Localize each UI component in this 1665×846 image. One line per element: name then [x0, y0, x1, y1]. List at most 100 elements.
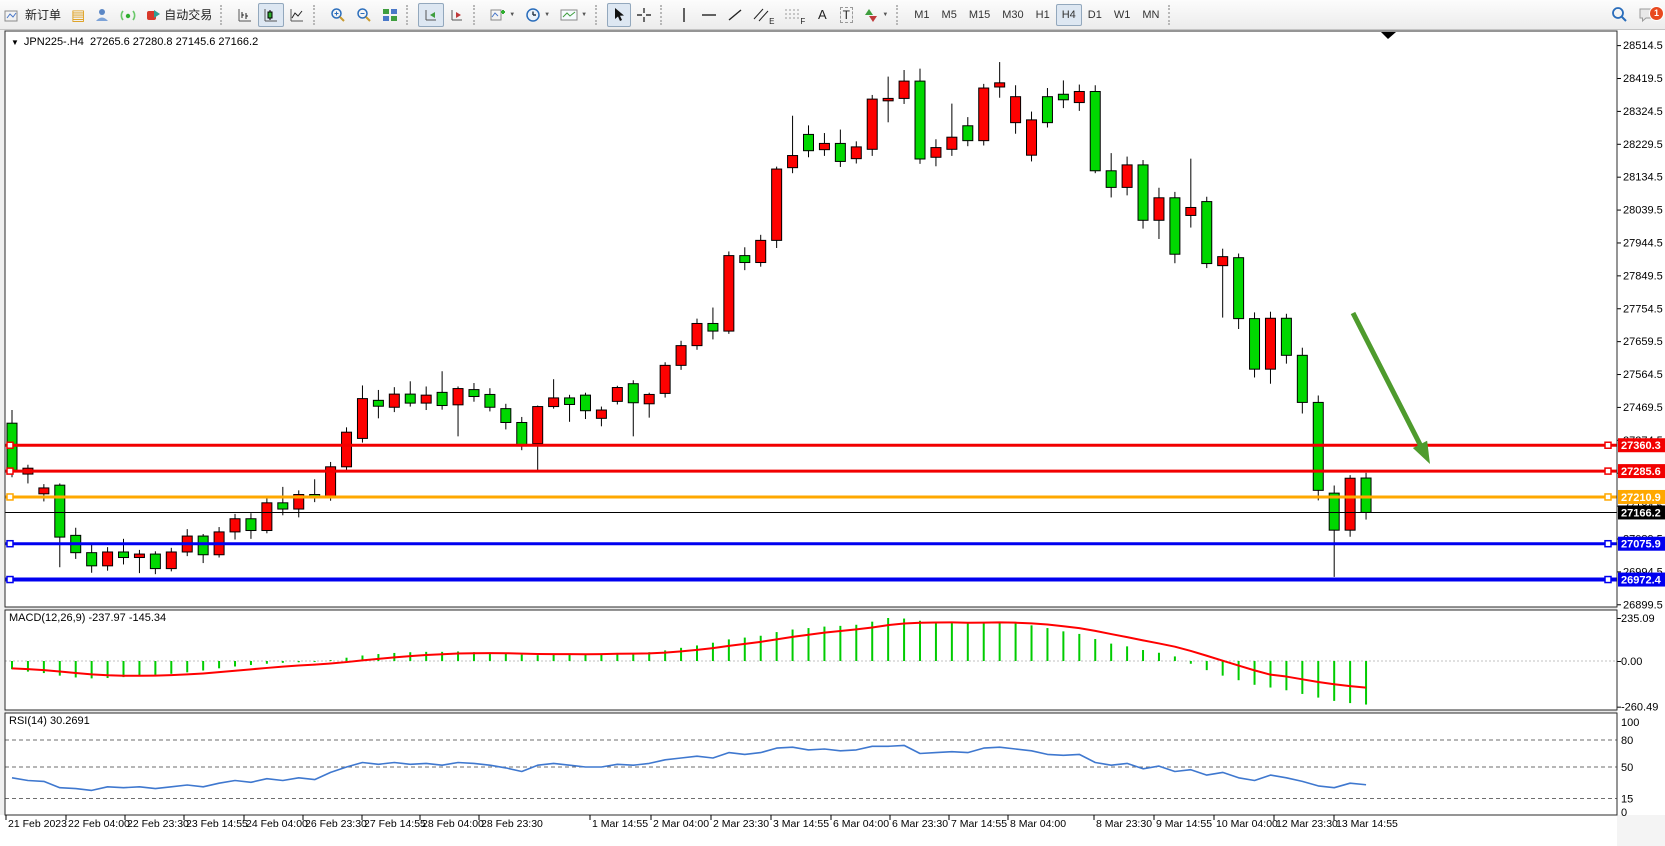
crosshair-tool-button[interactable] — [631, 3, 657, 27]
accounts-button[interactable] — [90, 3, 115, 27]
line-anchor[interactable] — [7, 442, 13, 448]
vertical-line-tool-button[interactable] — [672, 3, 696, 27]
rsi-axis-label: 80 — [1621, 735, 1633, 747]
zoom-out-button[interactable] — [351, 3, 377, 27]
signals-button[interactable] — [115, 3, 141, 27]
chart-title: ▼JPN225-.H4 27265.6 27280.8 27145.6 2716… — [11, 36, 258, 48]
candle-body — [373, 400, 383, 406]
timeframe-group: M1 M5 M15 M30 H1 H4 D1 W1 MN — [908, 4, 1165, 26]
candle-body — [580, 395, 590, 411]
candle-body — [198, 536, 208, 555]
fibonacci-icon — [784, 7, 800, 23]
candle-body — [1011, 97, 1021, 123]
notifications-button[interactable]: 1 — [1633, 3, 1661, 27]
panel-frame — [5, 713, 1617, 815]
candle-body — [708, 323, 718, 331]
rsi-panel: 1008050150 — [5, 717, 1639, 819]
line-anchor[interactable] — [7, 468, 13, 474]
price-line-label: 26972.4 — [1621, 575, 1662, 587]
chart-shift-marker[interactable] — [1381, 32, 1396, 39]
timeframe-m30-button[interactable]: M30 — [996, 4, 1029, 26]
zoom-in-button[interactable] — [325, 3, 351, 27]
chevron-down-icon: ▼ — [581, 12, 587, 18]
horizontal-line-tool-button[interactable] — [696, 3, 722, 27]
line-anchor[interactable] — [7, 494, 13, 500]
timeframe-mn-button[interactable]: MN — [1136, 4, 1165, 26]
arrows-tool-button[interactable]: ▼ — [858, 3, 893, 27]
candle-body — [612, 388, 622, 402]
trend-arrow-annotation[interactable] — [1353, 313, 1430, 464]
channel-tool-button[interactable]: E — [748, 3, 779, 27]
trendline-tool-button[interactable] — [722, 3, 748, 27]
candle-body — [947, 137, 957, 149]
candle-body — [1042, 97, 1052, 123]
search-icon — [1611, 6, 1628, 23]
auto-scroll-button[interactable] — [418, 3, 444, 27]
indicators-button[interactable]: ▼ — [485, 3, 520, 27]
price-tick-label: 26899.5 — [1623, 599, 1663, 611]
candlestick-mode-button[interactable] — [258, 3, 284, 27]
candle-body — [230, 519, 240, 532]
timeframe-d1-button[interactable]: D1 — [1082, 4, 1108, 26]
new-order-button[interactable]: 新订单 — [20, 3, 66, 27]
line-chart-icon — [289, 7, 305, 23]
candle-body — [1218, 257, 1228, 266]
price-tick-label: 28324.5 — [1623, 106, 1663, 118]
candle-body — [55, 485, 65, 537]
price-tick-label: 27659.5 — [1623, 336, 1663, 348]
fibonacci-tool-button[interactable]: F — [779, 3, 810, 27]
cursor-tool-button[interactable] — [607, 3, 631, 27]
timeframe-m1-button[interactable]: M1 — [908, 4, 935, 26]
candle-body — [1329, 493, 1339, 530]
timeframe-w1-button[interactable]: W1 — [1108, 4, 1137, 26]
line-anchor[interactable] — [1605, 577, 1611, 583]
candle-body — [995, 83, 1005, 87]
search-button[interactable] — [1606, 3, 1633, 27]
candle-body — [692, 323, 702, 345]
toolbar-grip — [313, 5, 322, 25]
timeframe-h4-button[interactable]: H4 — [1056, 4, 1082, 26]
timeframe-m5-button[interactable]: M5 — [936, 4, 963, 26]
price-line-label: 27166.2 — [1621, 507, 1661, 519]
line-anchor[interactable] — [1605, 442, 1611, 448]
tile-windows-button[interactable] — [377, 3, 403, 27]
line-anchor[interactable] — [1605, 468, 1611, 474]
chart-canvas[interactable]: 28514.528419.528324.528229.528134.528039… — [0, 0, 1665, 846]
candle-body — [1234, 258, 1244, 319]
templates-button[interactable]: ▼ — [555, 3, 592, 27]
line-anchor[interactable] — [7, 577, 13, 583]
price-tick-label: 27849.5 — [1623, 270, 1663, 282]
candle-body — [1186, 207, 1196, 215]
timeframe-m15-button[interactable]: M15 — [963, 4, 996, 26]
auto-scroll-icon — [423, 7, 439, 23]
market-watch-button[interactable]: ▤ — [66, 3, 90, 27]
candle-body — [1202, 202, 1212, 264]
candle-body — [883, 98, 893, 100]
symbol-period: JPN225-.H4 — [24, 36, 84, 48]
candle-body — [931, 148, 941, 158]
time-axis[interactable]: 21 Feb 202322 Feb 04:0022 Feb 23:3023 Fe… — [6, 815, 1398, 830]
chart-shift-button[interactable] — [444, 3, 470, 27]
time-tick-label: 2 Mar 04:00 — [653, 818, 709, 830]
price-tick-label: 28134.5 — [1623, 172, 1663, 184]
candle-body — [676, 346, 686, 366]
line-anchor[interactable] — [7, 541, 13, 547]
line-anchor[interactable] — [1605, 494, 1611, 500]
text-label-tool-button[interactable]: T — [834, 3, 858, 27]
candle-body — [1122, 165, 1132, 188]
time-tick-label: 28 Feb 23:30 — [481, 818, 543, 830]
auto-trading-button[interactable]: 自动交易 — [141, 3, 217, 27]
timeframe-h1-button[interactable]: H1 — [1030, 4, 1056, 26]
periods-button[interactable]: ▼ — [520, 3, 555, 27]
line-chart-mode-button[interactable] — [284, 3, 310, 27]
time-tick-label: 27 Feb 14:55 — [364, 818, 426, 830]
price-tick-label: 27944.5 — [1623, 237, 1663, 249]
price-tick-label: 27564.5 — [1623, 369, 1663, 381]
symbol-dropdown-icon[interactable]: ▼ — [11, 38, 19, 47]
bar-chart-mode-button[interactable] — [232, 3, 258, 27]
rsi-axis-label: 50 — [1621, 762, 1633, 774]
time-tick-label: 7 Mar 14:55 — [951, 818, 1007, 830]
time-tick-label: 10 Mar 04:00 — [1216, 818, 1278, 830]
line-anchor[interactable] — [1605, 541, 1611, 547]
text-tool-button[interactable]: A — [810, 3, 834, 27]
